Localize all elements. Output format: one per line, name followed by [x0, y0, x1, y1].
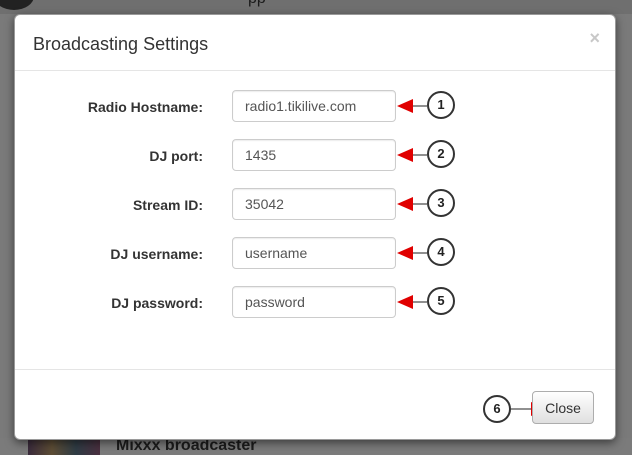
field-row-dj-username: DJ username: 4: [15, 237, 615, 271]
modal-footer: 6 Close: [15, 369, 615, 439]
field-row-radio-hostname: Radio Hostname: 1: [15, 90, 615, 124]
arrow-icon: [397, 246, 427, 260]
close-button[interactable]: Close: [532, 391, 594, 424]
dj-password-label: DJ password:: [111, 295, 203, 311]
arrow-icon: [397, 148, 427, 162]
arrow-icon: [397, 99, 427, 113]
radio-hostname-input[interactable]: [232, 90, 396, 122]
stream-id-input[interactable]: [232, 188, 396, 220]
dj-port-label: DJ port:: [149, 148, 203, 164]
callout-badge-5: 5: [427, 287, 455, 315]
dj-port-input[interactable]: [232, 139, 396, 171]
background-header: [0, 0, 632, 14]
field-row-dj-port: DJ port: 2: [15, 139, 615, 173]
field-row-dj-password: DJ password: 5: [15, 286, 615, 320]
arrow-icon: [397, 295, 427, 309]
dj-password-input[interactable]: [232, 286, 396, 318]
background-header-text: pp: [248, 0, 266, 8]
broadcasting-settings-modal: Broadcasting Settings × Radio Hostname: …: [14, 14, 616, 440]
callout-badge-3: 3: [427, 189, 455, 217]
dj-username-input[interactable]: [232, 237, 396, 269]
callout-badge-1: 1: [427, 91, 455, 119]
callout-badge-2: 2: [427, 140, 455, 168]
stream-id-label: Stream ID:: [132, 197, 203, 213]
dj-username-label: DJ username:: [110, 246, 203, 262]
background-thumbnail: [28, 440, 100, 455]
modal-header: Broadcasting Settings ×: [15, 15, 615, 71]
close-icon[interactable]: ×: [589, 28, 600, 49]
callout-badge-4: 4: [427, 238, 455, 266]
callout-badge-6: 6: [483, 395, 511, 423]
radio-hostname-label: Radio Hostname:: [87, 99, 203, 115]
modal-title: Broadcasting Settings: [33, 34, 209, 54]
arrow-icon: [397, 197, 427, 211]
field-row-stream-id: Stream ID: 3: [15, 188, 615, 222]
